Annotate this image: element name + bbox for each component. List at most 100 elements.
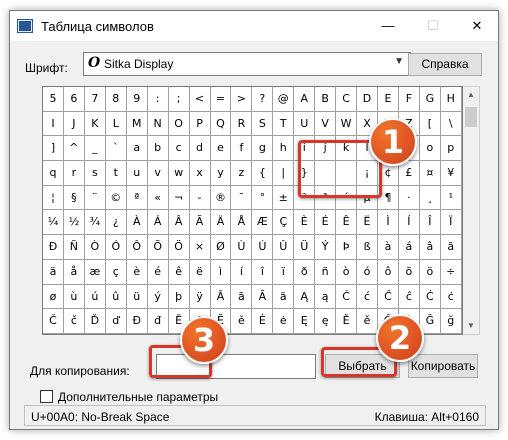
character-cell[interactable]: [ bbox=[419, 111, 441, 137]
character-cell[interactable]: ¹ bbox=[440, 185, 462, 211]
character-cell[interactable]: ¿ bbox=[105, 210, 127, 236]
character-cell[interactable]: 6 bbox=[63, 87, 85, 112]
character-cell[interactable]: h bbox=[273, 136, 295, 162]
character-cell[interactable]: Ù bbox=[231, 235, 253, 260]
character-cell[interactable]: û bbox=[105, 284, 127, 310]
character-cell[interactable]: @ bbox=[273, 87, 295, 112]
character-cell[interactable]: ? bbox=[252, 87, 274, 112]
character-cell[interactable]: x bbox=[189, 161, 211, 186]
character-cell[interactable]: ß bbox=[357, 235, 378, 260]
character-cell[interactable]: õ bbox=[398, 259, 420, 285]
character-cell[interactable]: O bbox=[168, 111, 190, 137]
character-cell[interactable]: ò bbox=[336, 259, 358, 285]
character-cell[interactable]: R bbox=[231, 111, 253, 137]
character-cell[interactable]: ã bbox=[440, 235, 462, 260]
character-cell[interactable]: å bbox=[63, 259, 85, 285]
minimize-button[interactable]: — bbox=[370, 13, 406, 39]
character-cell[interactable]: t bbox=[105, 161, 127, 186]
chevron-down-icon[interactable]: ▼ bbox=[394, 56, 404, 67]
character-cell[interactable]: s bbox=[84, 161, 106, 186]
character-cell[interactable]: | bbox=[273, 161, 295, 186]
character-cell[interactable]: ð bbox=[294, 259, 316, 285]
character-cell[interactable]: < bbox=[189, 87, 211, 112]
character-cell[interactable]: Ý bbox=[315, 235, 337, 260]
character-cell[interactable]: ÿ bbox=[189, 284, 211, 310]
character-cell[interactable]: Î bbox=[419, 210, 441, 236]
character-cell[interactable]: Č bbox=[43, 309, 64, 334]
character-cell[interactable]: ĕ bbox=[231, 309, 253, 334]
character-cell[interactable]: ± bbox=[273, 185, 295, 211]
character-cell[interactable]: ¥ bbox=[440, 161, 462, 186]
character-cell[interactable]: ¦ bbox=[43, 185, 64, 211]
character-cell[interactable]: A bbox=[294, 87, 316, 112]
character-cell[interactable]: Ď bbox=[84, 309, 106, 334]
character-cell[interactable]: ÷ bbox=[440, 259, 462, 285]
character-cell[interactable]: Õ bbox=[147, 235, 169, 260]
character-cell[interactable]: è bbox=[126, 259, 148, 285]
character-cell[interactable]: È bbox=[294, 210, 316, 236]
character-cell[interactable]: B bbox=[315, 87, 337, 112]
maximize-button[interactable]: ☐ bbox=[415, 13, 451, 39]
character-cell[interactable]: c bbox=[168, 136, 190, 162]
character-cell[interactable]: Â bbox=[168, 210, 190, 236]
character-cell[interactable]: ½ bbox=[63, 210, 85, 236]
character-cell[interactable]: ` bbox=[105, 136, 127, 162]
character-cell[interactable]: { bbox=[252, 161, 274, 186]
character-cell[interactable]: č bbox=[63, 309, 85, 334]
character-cell[interactable]: î bbox=[252, 259, 274, 285]
character-cell[interactable]: q bbox=[43, 161, 64, 186]
character-cell[interactable]: ì bbox=[210, 259, 232, 285]
character-cell[interactable]: Ø bbox=[210, 235, 232, 260]
character-cell[interactable]: ¼ bbox=[43, 210, 64, 236]
character-cell[interactable]: Å bbox=[231, 210, 253, 236]
character-cell[interactable]: © bbox=[105, 185, 127, 211]
advanced-view-checkbox[interactable] bbox=[40, 390, 53, 403]
character-cell[interactable]: Q bbox=[210, 111, 232, 137]
close-button[interactable]: ✕ bbox=[459, 13, 495, 39]
character-cell[interactable]: É bbox=[315, 210, 337, 236]
character-cell[interactable]: Ã bbox=[189, 210, 211, 236]
character-cell[interactable]: N bbox=[147, 111, 169, 137]
character-cell[interactable]: Í bbox=[398, 210, 420, 236]
character-cell[interactable]: á bbox=[398, 235, 420, 260]
character-cell[interactable]: þ bbox=[168, 284, 190, 310]
character-cell[interactable]: Þ bbox=[336, 235, 358, 260]
character-cell[interactable]: ĉ bbox=[398, 284, 420, 310]
character-cell[interactable]: ā bbox=[231, 284, 253, 310]
character-cell[interactable]: g bbox=[252, 136, 274, 162]
character-cell[interactable]: J bbox=[63, 111, 85, 137]
character-cell[interactable]: = bbox=[210, 87, 232, 112]
character-cell[interactable]: Ă bbox=[252, 284, 274, 310]
character-cell[interactable]: ¤ bbox=[419, 161, 441, 186]
character-cell[interactable]: Ê bbox=[336, 210, 358, 236]
character-cell[interactable]: I bbox=[43, 111, 64, 137]
character-cell[interactable]: Ï bbox=[440, 210, 462, 236]
character-cell[interactable]: D bbox=[357, 87, 378, 112]
character-cell[interactable]: Ô bbox=[126, 235, 148, 260]
character-cell[interactable]: Ç bbox=[273, 210, 295, 236]
character-cell[interactable]: Ą bbox=[294, 284, 316, 310]
character-cell[interactable]: ø bbox=[43, 284, 64, 310]
character-cell[interactable]: 9 bbox=[126, 87, 148, 112]
character-cell[interactable]: 8 bbox=[105, 87, 127, 112]
character-cell[interactable]: Ė bbox=[252, 309, 274, 334]
character-cell[interactable]: p bbox=[440, 136, 462, 162]
character-cell[interactable]: × bbox=[189, 235, 211, 260]
character-cell[interactable]: Ā bbox=[210, 284, 232, 310]
character-cell[interactable]: d bbox=[189, 136, 211, 162]
character-cell[interactable]: ċ bbox=[440, 284, 462, 310]
character-cell[interactable]: ė bbox=[273, 309, 295, 334]
character-cell[interactable]: S bbox=[252, 111, 274, 137]
character-cell[interactable]: G bbox=[419, 87, 441, 112]
character-cell[interactable]: Æ bbox=[252, 210, 274, 236]
help-button[interactable]: Справка bbox=[408, 53, 482, 76]
character-cell[interactable]: W bbox=[336, 111, 358, 137]
character-cell[interactable]: À bbox=[126, 210, 148, 236]
character-cell[interactable]: C bbox=[336, 87, 358, 112]
character-cell[interactable]: Ñ bbox=[63, 235, 85, 260]
character-cell[interactable]: ñ bbox=[315, 259, 337, 285]
character-cell[interactable]: Ğ bbox=[419, 309, 441, 334]
character-cell[interactable]: o bbox=[419, 136, 441, 162]
character-cell[interactable]: ú bbox=[84, 284, 106, 310]
character-cell[interactable]: ¾ bbox=[84, 210, 106, 236]
